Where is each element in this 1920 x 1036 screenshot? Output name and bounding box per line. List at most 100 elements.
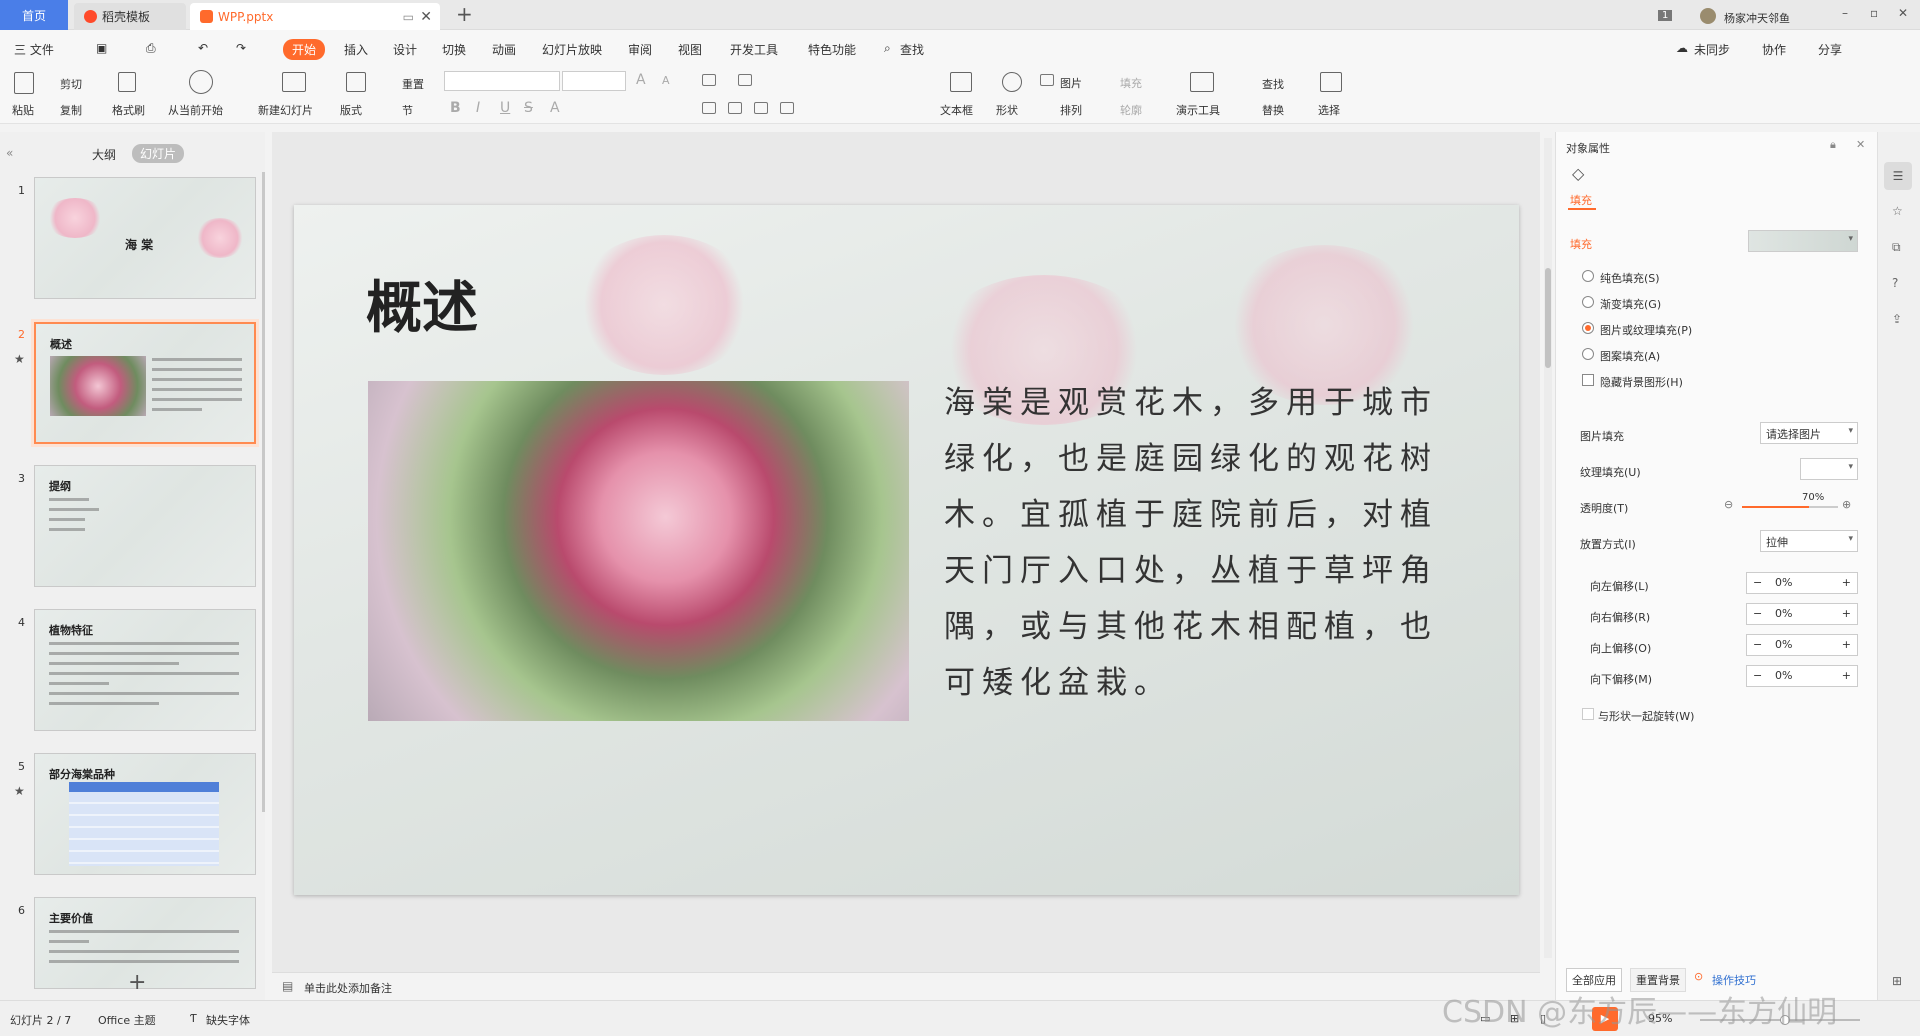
- option-gradient-fill[interactable]: 渐变填充(G): [1600, 296, 1661, 312]
- offset-up-value[interactable]: 0%: [1775, 638, 1792, 651]
- picture-button[interactable]: 图片: [1060, 75, 1082, 91]
- fill-button[interactable]: 填充: [1120, 75, 1142, 91]
- offset-left-stepper[interactable]: − 0% +: [1746, 572, 1858, 594]
- fill-bucket-icon[interactable]: ◇: [1572, 164, 1584, 183]
- new-slide-icon[interactable]: [282, 72, 306, 92]
- layout-icon[interactable]: [346, 72, 366, 92]
- reset-button[interactable]: 重置: [402, 76, 424, 92]
- plus-icon[interactable]: ⊕: [1842, 498, 1851, 511]
- offset-down-stepper[interactable]: − 0% +: [1746, 665, 1858, 687]
- font-color-icon[interactable]: A: [550, 100, 560, 116]
- slide-thumbnail-5[interactable]: 部分海棠品种: [34, 753, 256, 875]
- panel-title[interactable]: 对象属性: [1566, 140, 1610, 156]
- new-tab-button[interactable]: +: [456, 2, 473, 26]
- lock-icon[interactable]: 🔒︎: [1830, 138, 1836, 152]
- numbering-icon[interactable]: [738, 74, 752, 86]
- tab-pin-icon[interactable]: ▭: [403, 10, 414, 24]
- transparency-slider[interactable]: [1742, 506, 1838, 508]
- properties-icon[interactable]: ☰: [1884, 162, 1912, 190]
- close-window-icon[interactable]: ✕: [1898, 6, 1908, 20]
- user-name[interactable]: 杨家冲天邻鱼: [1724, 10, 1790, 26]
- radio-gradient-fill[interactable]: [1582, 296, 1594, 308]
- copy-button[interactable]: 复制: [60, 102, 82, 118]
- save-icon[interactable]: ▣: [96, 41, 107, 55]
- paste-icon[interactable]: [14, 72, 34, 94]
- slide-thumbnail-4[interactable]: 植物特征: [34, 609, 256, 731]
- font-size-select[interactable]: [562, 71, 626, 91]
- from-current-button[interactable]: 从当前开始: [168, 102, 223, 118]
- italic-icon[interactable]: I: [476, 100, 480, 116]
- align-center-icon[interactable]: [728, 102, 742, 114]
- texture-select[interactable]: [1800, 458, 1858, 480]
- crabapple-photo[interactable]: [368, 381, 909, 721]
- slide-body-text[interactable]: 海棠是观赏花木，多用于城市绿化，也是庭园绿化的观花树木。宜孤植于庭院前后，对植天…: [944, 375, 1444, 711]
- theme-name[interactable]: Office 主题: [98, 1012, 156, 1028]
- section-fill[interactable]: 填充: [1570, 236, 1592, 252]
- print-icon[interactable]: ⎙: [146, 41, 156, 56]
- slide-thumbnail-3[interactable]: 提纲: [34, 465, 256, 587]
- font-name-select[interactable]: [444, 71, 560, 91]
- cut-button[interactable]: 剪切: [60, 76, 82, 92]
- tab-slides[interactable]: 幻灯片: [132, 144, 185, 163]
- select-icon[interactable]: [1320, 72, 1342, 92]
- thumbnail-scrollbar[interactable]: [262, 172, 265, 812]
- bullets-icon[interactable]: [702, 74, 716, 86]
- menu-insert[interactable]: 插入: [344, 41, 368, 58]
- offset-left-value[interactable]: 0%: [1775, 576, 1792, 589]
- missing-font[interactable]: 缺失字体: [206, 1012, 250, 1028]
- add-slide-button[interactable]: +: [128, 970, 146, 995]
- minus-icon[interactable]: −: [1753, 669, 1762, 682]
- undo-icon[interactable]: ↶: [198, 41, 208, 55]
- outline-button[interactable]: 轮廓: [1120, 102, 1142, 118]
- search-icon[interactable]: ⌕: [884, 41, 891, 56]
- option-picture-fill[interactable]: 图片或纹理填充(P): [1600, 322, 1692, 338]
- menu-view[interactable]: 视图: [678, 41, 702, 58]
- font-grow-button[interactable]: A: [636, 72, 646, 88]
- picture-icon[interactable]: [1040, 74, 1054, 86]
- minus-icon[interactable]: −: [1753, 607, 1762, 620]
- slide-thumbnail-1[interactable]: 海 棠: [34, 177, 256, 299]
- bold-icon[interactable]: B: [450, 100, 461, 116]
- sync-status[interactable]: 未同步: [1694, 41, 1730, 58]
- play-icon[interactable]: [189, 70, 213, 94]
- new-slide-button[interactable]: 新建幻灯片: [258, 102, 313, 118]
- avatar[interactable]: [1700, 8, 1716, 24]
- pic-fill-select[interactable]: 请选择图片: [1760, 422, 1858, 444]
- section-button[interactable]: 节: [402, 102, 413, 118]
- arrange-button[interactable]: 排列: [1060, 102, 1082, 118]
- select-button[interactable]: 选择: [1318, 102, 1340, 118]
- canvas-scrollbar[interactable]: [1544, 138, 1552, 958]
- grid-icon[interactable]: ⊞: [1892, 974, 1902, 988]
- current-slide[interactable]: 概述 海棠是观赏花木，多用于城市绿化，也是庭园绿化的观花树木。宜孤植于庭院前后，…: [294, 205, 1519, 895]
- tab-fill[interactable]: 填充: [1570, 192, 1592, 208]
- tab-file[interactable]: WPP.pptx ▭ ✕: [190, 3, 440, 30]
- find-button[interactable]: 查找: [1262, 76, 1284, 92]
- animation-icon[interactable]: ☆: [1892, 204, 1903, 218]
- menu-transition[interactable]: 切换: [442, 41, 466, 58]
- font-shrink-button[interactable]: A: [662, 74, 670, 87]
- tips-link[interactable]: 操作技巧: [1712, 972, 1756, 988]
- menu-design[interactable]: 设计: [393, 41, 417, 58]
- slide-title[interactable]: 概述: [366, 263, 478, 344]
- menu-features[interactable]: 特色功能: [808, 41, 856, 58]
- panel-close-icon[interactable]: ✕: [1856, 138, 1865, 151]
- align-right-icon[interactable]: [754, 102, 768, 114]
- menu-devtools[interactable]: 开发工具: [730, 41, 778, 58]
- offset-right-value[interactable]: 0%: [1775, 607, 1792, 620]
- radio-solid-fill[interactable]: [1582, 270, 1594, 282]
- tab-outline[interactable]: 大纲: [92, 146, 116, 163]
- help-icon[interactable]: ?: [1892, 276, 1898, 290]
- plus-icon[interactable]: +: [1842, 576, 1851, 589]
- collab-button[interactable]: 协作: [1762, 41, 1786, 58]
- offset-down-value[interactable]: 0%: [1775, 669, 1792, 682]
- option-solid-fill[interactable]: 纯色填充(S): [1600, 270, 1660, 286]
- menu-slideshow[interactable]: 幻灯片放映: [542, 41, 602, 58]
- text-box-button[interactable]: 文本框: [940, 102, 973, 118]
- tips-icon[interactable]: ⊙: [1694, 970, 1703, 983]
- format-painter-icon[interactable]: [118, 72, 136, 92]
- checkbox-hide-bg[interactable]: [1582, 374, 1594, 386]
- present-tool-button[interactable]: 演示工具: [1176, 102, 1220, 118]
- placement-select[interactable]: 拉伸: [1760, 530, 1858, 552]
- paste-button[interactable]: 粘贴: [12, 102, 34, 118]
- strikethrough-icon[interactable]: S: [524, 100, 533, 116]
